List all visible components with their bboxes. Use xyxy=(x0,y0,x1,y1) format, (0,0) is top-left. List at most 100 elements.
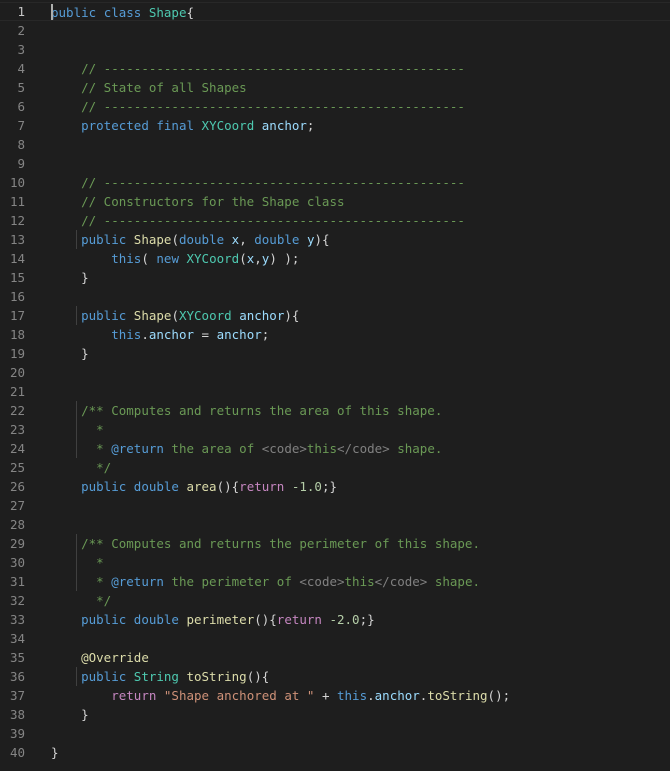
code-line[interactable]: protected final XYCoord anchor; xyxy=(51,116,314,135)
code-line[interactable]: */ xyxy=(51,591,111,610)
code-line[interactable]: public Shape(XYCoord anchor){ xyxy=(51,306,299,325)
code-area[interactable]: public class Shape{ // -----------------… xyxy=(0,0,670,771)
line-number: 14 xyxy=(9,251,25,266)
token-comment: /** Computes and returns the area of thi… xyxy=(81,403,443,418)
line-number: 35 xyxy=(9,650,25,665)
token-punctuation: (){ xyxy=(246,669,270,684)
code-line[interactable]: // -------------------------------------… xyxy=(51,97,465,116)
token-comment: // Constructors for the Shape class xyxy=(81,194,345,209)
token-punctuation: } xyxy=(51,270,89,285)
line-number: 16 xyxy=(9,289,25,304)
token-keyword: double xyxy=(178,232,225,247)
token-punctuation: ( xyxy=(171,308,179,323)
code-line[interactable]: } xyxy=(51,344,89,363)
code-line[interactable]: this.anchor = anchor; xyxy=(51,325,269,344)
indent-guide xyxy=(76,401,77,458)
code-line[interactable]: // -------------------------------------… xyxy=(51,173,465,192)
code-line[interactable]: public Shape(double x, double y){ xyxy=(51,230,330,249)
code-line[interactable]: // Constructors for the Shape class xyxy=(51,192,345,211)
token-punctuation xyxy=(51,213,81,228)
code-editor[interactable]: 1 2 3 4 5 6 7 8 9 10 11 12 13 14 15 16 17 18 19 20 21 22 23 24 2… xyxy=(0,0,670,771)
text-cursor xyxy=(51,4,53,20)
code-line[interactable]: /** Computes and returns the perimeter o… xyxy=(51,534,480,553)
token-punctuation: ; xyxy=(306,118,315,133)
line-number: 8 xyxy=(17,137,25,152)
line-number: 9 xyxy=(17,156,25,171)
code-line[interactable]: // State of all Shapes xyxy=(51,78,247,97)
token-punctuation: ( xyxy=(141,251,157,266)
code-line[interactable]: return "Shape anchored at " + this.ancho… xyxy=(51,686,510,705)
line-number: 39 xyxy=(9,726,25,741)
line-number: 15 xyxy=(9,270,25,285)
token-comment: // -------------------------------------… xyxy=(81,175,465,190)
line-number: 22 xyxy=(9,403,25,418)
token-function-name: perimeter xyxy=(186,612,255,627)
token-number-literal: -1.0 xyxy=(291,479,322,494)
token-punctuation xyxy=(96,5,104,20)
token-punctuation: = xyxy=(194,327,217,342)
token-comment: // -------------------------------------… xyxy=(81,213,465,228)
token-punctuation xyxy=(254,118,262,133)
token-comment: // State of all Shapes xyxy=(81,80,247,95)
code-line[interactable]: * xyxy=(51,420,104,439)
token-punctuation: { xyxy=(186,5,195,20)
token-punctuation xyxy=(179,251,187,266)
token-keyword: double xyxy=(133,479,179,494)
token-keyword: double xyxy=(133,612,179,627)
line-number: 21 xyxy=(9,384,25,399)
code-line[interactable]: * @return the perimeter of <code>this</c… xyxy=(51,572,480,591)
code-line[interactable]: // -------------------------------------… xyxy=(51,211,465,230)
token-comment: */ xyxy=(81,593,112,608)
code-line[interactable]: public class Shape{ xyxy=(0,2,670,21)
token-variable: anchor xyxy=(148,327,195,342)
code-line[interactable]: // -------------------------------------… xyxy=(51,59,465,78)
token-punctuation xyxy=(51,460,81,475)
code-line[interactable]: } xyxy=(51,268,89,287)
token-punctuation xyxy=(126,479,134,494)
code-line[interactable]: public String toString(){ xyxy=(51,667,269,686)
line-number: 7 xyxy=(17,118,25,133)
code-line[interactable]: /** Computes and returns the area of thi… xyxy=(51,401,442,420)
line-number: 36 xyxy=(9,669,25,684)
code-line[interactable]: @Override xyxy=(51,648,149,667)
line-number: 12 xyxy=(9,213,25,228)
token-punctuation xyxy=(51,688,111,703)
token-punctuation: ){ xyxy=(314,232,330,247)
token-punctuation: (); xyxy=(487,688,511,703)
token-type-name: String xyxy=(133,669,179,684)
token-comment: // -------------------------------------… xyxy=(81,61,465,76)
line-number: 20 xyxy=(9,365,25,380)
code-line[interactable]: */ xyxy=(51,458,111,477)
token-keyword: class xyxy=(103,5,142,20)
code-line[interactable]: public double area(){return -1.0;} xyxy=(51,477,337,496)
token-punctuation xyxy=(51,175,81,190)
code-line[interactable]: } xyxy=(51,743,59,762)
token-control-keyword: return xyxy=(111,688,157,703)
code-line[interactable]: } xyxy=(51,705,89,724)
token-punctuation: } xyxy=(51,745,59,760)
code-line[interactable]: public double perimeter(){return -2.0;} xyxy=(51,610,375,629)
token-keyword: public xyxy=(81,479,127,494)
token-keyword: new xyxy=(156,251,179,266)
token-html-tag: <code> xyxy=(299,574,345,589)
token-variable: anchor xyxy=(216,327,262,342)
line-number: 13 xyxy=(9,232,25,247)
token-comment: this xyxy=(344,574,375,589)
code-line[interactable]: * @return the area of <code>this</code> … xyxy=(51,439,442,458)
token-punctuation: , xyxy=(254,251,262,266)
line-number: 28 xyxy=(9,517,25,532)
token-punctuation xyxy=(126,612,134,627)
indent-guide xyxy=(76,230,77,249)
token-class-name: Shape xyxy=(148,5,187,20)
token-comment: shape. xyxy=(427,574,481,589)
line-number: 26 xyxy=(9,479,25,494)
token-punctuation: . xyxy=(367,688,375,703)
code-line[interactable]: * xyxy=(51,553,104,572)
token-comment: * xyxy=(81,555,104,570)
token-punctuation: + xyxy=(314,688,337,703)
code-line[interactable]: this( new XYCoord(x,y) ); xyxy=(51,249,299,268)
token-function-name: toString xyxy=(427,688,488,703)
token-punctuation xyxy=(51,593,81,608)
token-punctuation xyxy=(141,5,149,20)
token-keyword: protected xyxy=(81,118,149,133)
